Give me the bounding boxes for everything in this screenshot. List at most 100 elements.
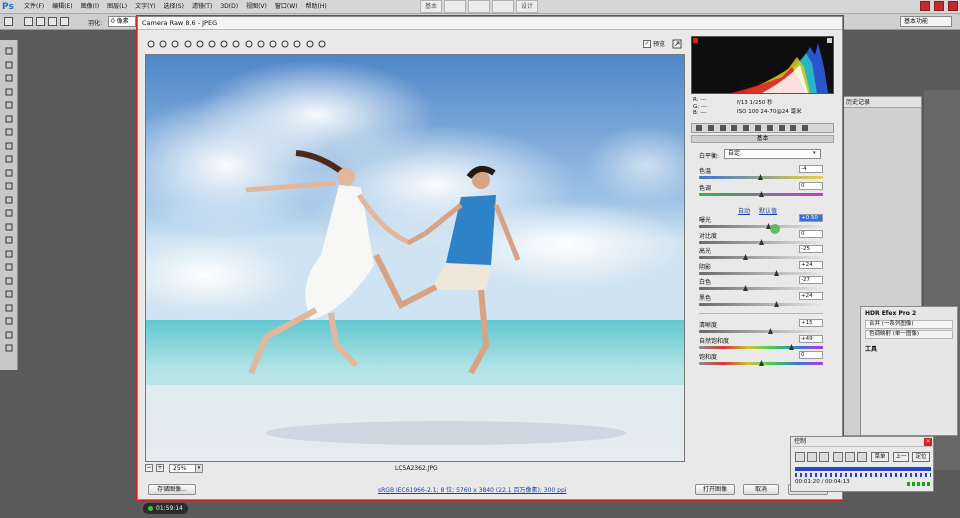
app-bar-button-design[interactable]: 设计 bbox=[516, 0, 538, 13]
presets-icon[interactable] bbox=[788, 124, 798, 132]
slider-value-input[interactable]: 0 bbox=[799, 229, 823, 238]
auto-link[interactable]: 自动 bbox=[738, 206, 750, 215]
slider-track[interactable] bbox=[699, 287, 823, 290]
intersect-selection-icon[interactable] bbox=[60, 17, 69, 26]
split-tone-icon[interactable] bbox=[741, 124, 751, 132]
slider-value-input[interactable]: +24 bbox=[799, 260, 823, 269]
open-image-button[interactable]: 打开图像 bbox=[695, 484, 735, 495]
highlight-clipping-icon[interactable] bbox=[827, 38, 832, 43]
type-icon[interactable] bbox=[4, 249, 14, 259]
progress-bar[interactable] bbox=[795, 467, 931, 471]
rotate-left-icon[interactable] bbox=[305, 39, 315, 49]
slider-value-input[interactable]: +15 bbox=[799, 319, 823, 327]
cancel-button[interactable]: 取消 bbox=[743, 484, 779, 495]
slider-track[interactable] bbox=[699, 256, 823, 259]
app-bar-button-basic[interactable]: 基本 bbox=[420, 0, 442, 13]
graduated-filter-icon[interactable] bbox=[268, 39, 278, 49]
workflow-options-link[interactable]: sRGB IEC61966-2.1; 8 位; 5760 x 3840 (22.… bbox=[378, 485, 566, 494]
slider-thumb[interactable] bbox=[759, 360, 764, 366]
history-brush-icon[interactable] bbox=[4, 168, 14, 178]
nik-title[interactable]: HDR Efex Pro 2 bbox=[861, 307, 957, 319]
slider-track[interactable] bbox=[699, 346, 823, 349]
slider-thumb[interactable] bbox=[757, 174, 763, 180]
stamp-icon[interactable] bbox=[4, 154, 14, 164]
nik-tools[interactable]: 工具 bbox=[861, 340, 957, 357]
slider-value-input[interactable]: +49 bbox=[799, 335, 823, 343]
radial-filter-icon[interactable] bbox=[280, 39, 290, 49]
path-select-icon[interactable] bbox=[4, 262, 14, 272]
save-image-button[interactable]: 存储图像... bbox=[148, 484, 196, 495]
shape-icon[interactable] bbox=[4, 276, 14, 286]
new-selection-icon[interactable] bbox=[24, 17, 33, 26]
nik-item-tonemap[interactable]: 色调映射 (单一图像) bbox=[865, 330, 953, 339]
adjustment-brush-icon[interactable] bbox=[256, 39, 266, 49]
white-balance-icon[interactable] bbox=[170, 39, 180, 49]
lasso-icon[interactable] bbox=[4, 73, 14, 83]
feather-input[interactable]: 0 像素 bbox=[108, 16, 136, 27]
slider-thumb[interactable] bbox=[788, 344, 794, 350]
menu-item[interactable]: 图层(L) bbox=[105, 2, 129, 12]
lens-icon[interactable] bbox=[753, 124, 763, 132]
prev-button[interactable]: 上一 bbox=[893, 452, 909, 462]
pen-icon[interactable] bbox=[4, 235, 14, 245]
basic-icon[interactable] bbox=[694, 124, 704, 132]
zoom-icon[interactable] bbox=[146, 39, 156, 49]
close-icon[interactable]: × bbox=[924, 438, 932, 446]
checkbox-check-icon[interactable]: ✓ bbox=[643, 39, 651, 48]
blur-icon[interactable] bbox=[4, 208, 14, 218]
slider-thumb[interactable] bbox=[759, 191, 764, 197]
crop-icon[interactable] bbox=[207, 39, 217, 49]
slider-thumb[interactable] bbox=[773, 300, 779, 307]
chevron-down-icon[interactable]: ▾ bbox=[813, 150, 816, 156]
color-sampler-icon[interactable] bbox=[183, 39, 193, 49]
brush-icon[interactable] bbox=[4, 141, 14, 151]
camera-calibration-icon[interactable] bbox=[777, 124, 787, 132]
slider-thumb[interactable] bbox=[742, 254, 748, 260]
default-link[interactable]: 默认值 bbox=[759, 206, 777, 215]
volume-indicator[interactable] bbox=[907, 482, 931, 486]
snapshots-icon[interactable] bbox=[800, 124, 810, 132]
slider-track[interactable] bbox=[699, 225, 823, 228]
slider-thumb[interactable] bbox=[773, 269, 779, 276]
shadow-clipping-icon[interactable] bbox=[693, 38, 698, 43]
slider-thumb[interactable] bbox=[767, 328, 773, 334]
slider-track[interactable] bbox=[699, 330, 823, 333]
hsl-icon[interactable] bbox=[729, 124, 739, 132]
grid-icon[interactable] bbox=[845, 452, 855, 462]
menu-item[interactable]: 窗口(W) bbox=[273, 2, 300, 12]
white-balance-select[interactable]: 自定 bbox=[724, 149, 821, 159]
hand-icon[interactable] bbox=[4, 289, 14, 299]
add-selection-icon[interactable] bbox=[36, 17, 45, 26]
chevron-down-icon[interactable]: ▾ bbox=[195, 464, 203, 473]
slider-value-input[interactable]: +24 bbox=[799, 291, 823, 300]
screen-mode-icon[interactable] bbox=[4, 343, 14, 353]
home-icon[interactable] bbox=[492, 0, 514, 13]
menu-button[interactable]: 菜单 bbox=[871, 452, 889, 462]
zoom-out-button[interactable]: − bbox=[145, 464, 153, 472]
gradient-icon[interactable] bbox=[4, 195, 14, 205]
workspace-select[interactable]: 基本功能 bbox=[900, 16, 952, 27]
healing-brush-icon[interactable] bbox=[4, 127, 14, 137]
stop-icon[interactable] bbox=[819, 452, 829, 462]
globe-icon[interactable] bbox=[857, 452, 867, 462]
history-tab[interactable]: 历史记录 bbox=[843, 97, 921, 108]
tone-curve-icon[interactable] bbox=[706, 124, 716, 132]
slider-value-input[interactable]: -25 bbox=[799, 245, 823, 253]
slider-value-input[interactable]: -4 bbox=[799, 165, 823, 173]
target-adjust-icon[interactable] bbox=[195, 39, 205, 49]
marquee-tool-icon[interactable] bbox=[4, 17, 13, 26]
fullscreen-icon[interactable] bbox=[672, 39, 682, 49]
zoom-in-button[interactable]: + bbox=[156, 464, 164, 472]
menu-item[interactable]: 图像(I) bbox=[79, 2, 101, 12]
maximize-button[interactable] bbox=[934, 1, 944, 11]
zoom-icon[interactable] bbox=[4, 303, 14, 313]
dodge-icon[interactable] bbox=[4, 222, 14, 232]
rotate-right-icon[interactable] bbox=[317, 39, 327, 49]
red-eye-icon[interactable] bbox=[244, 39, 254, 49]
menu-item[interactable]: 选择(S) bbox=[161, 2, 186, 12]
slider-value-input[interactable]: 0 bbox=[799, 182, 823, 190]
nik-item-merge[interactable]: 合并 (一系列图像) bbox=[865, 320, 953, 329]
subtract-selection-icon[interactable] bbox=[48, 17, 57, 26]
quick-mask-icon[interactable] bbox=[4, 330, 14, 340]
screen-icon[interactable] bbox=[833, 452, 843, 462]
